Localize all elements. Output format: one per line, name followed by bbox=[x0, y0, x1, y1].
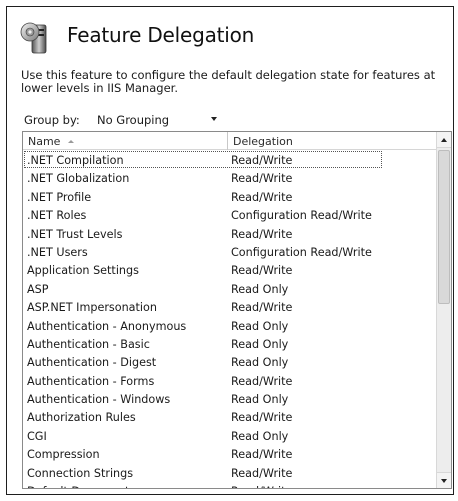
feature-delegation: Read Only bbox=[231, 319, 289, 333]
page-header: Feature Delegation bbox=[17, 17, 447, 63]
feature-delegation: Read Only bbox=[231, 356, 289, 370]
feature-name: .NET Roles bbox=[27, 209, 87, 223]
feature-delegation: Read/Write bbox=[231, 374, 293, 388]
list-item[interactable]: .NET Globalization Read/Write bbox=[23, 169, 437, 187]
feature-delegation: Read Only bbox=[231, 337, 289, 351]
list-item[interactable]: Authentication - Basic Read Only bbox=[23, 335, 437, 353]
list-item[interactable]: Authentication - Forms Read/Write bbox=[23, 372, 437, 390]
scroll-up-button[interactable] bbox=[437, 132, 451, 148]
sort-ascending-icon bbox=[68, 140, 75, 143]
list-item[interactable]: ASP.NET Impersonation Read/Write bbox=[23, 298, 437, 316]
list-item[interactable]: Application Settings Read/Write bbox=[23, 261, 437, 279]
list-item[interactable]: Authentication - Windows Read Only bbox=[23, 390, 437, 408]
group-by-dropdown[interactable]: No Grouping bbox=[89, 109, 223, 129]
feature-delegation: Read/Write bbox=[231, 190, 293, 204]
column-header-delegation-label: Delegation bbox=[233, 135, 293, 148]
list-item[interactable]: .NET Compilation Read/Write bbox=[23, 151, 437, 169]
feature-delegation: Read/Write bbox=[231, 264, 293, 278]
feature-name: .NET Compilation bbox=[27, 154, 124, 167]
feature-delegation: Read Only bbox=[231, 393, 289, 407]
feature-name: Authorization Rules bbox=[27, 411, 136, 425]
feature-delegation: Read/Write bbox=[231, 448, 293, 462]
feature-delegation-panel: Feature Delegation Use this feature to c… bbox=[6, 6, 454, 495]
column-header-name-label: Name bbox=[28, 135, 61, 148]
list-item[interactable]: Connection Strings Read/Write bbox=[23, 464, 437, 482]
feature-name: ASP.NET Impersonation bbox=[27, 301, 157, 315]
feature-name: Authentication - Windows bbox=[27, 393, 171, 407]
feature-delegation: Read/Write bbox=[231, 227, 293, 241]
list-item[interactable]: .NET Users Configuration Read/Write bbox=[23, 243, 437, 261]
feature-delegation: Read Only bbox=[231, 282, 289, 296]
feature-name: ASP bbox=[27, 282, 49, 296]
list-item[interactable]: ASP Read Only bbox=[23, 280, 437, 298]
page-description: Use this feature to configure the defaul… bbox=[21, 68, 436, 95]
feature-delegation: Read/Write bbox=[231, 301, 293, 315]
feature-name: .NET Trust Levels bbox=[27, 227, 123, 241]
feature-delegation: Read/Write bbox=[231, 466, 293, 480]
list-item[interactable]: Authentication - Anonymous Read Only bbox=[23, 317, 437, 335]
group-by-value: No Grouping bbox=[97, 113, 170, 127]
group-by-control: Group by: No Grouping bbox=[21, 109, 231, 131]
feature-name: .NET Globalization bbox=[27, 172, 130, 186]
feature-name: .NET Profile bbox=[27, 190, 92, 204]
list-item[interactable]: Authentication - Digest Read Only bbox=[23, 353, 437, 371]
group-by-label: Group by: bbox=[24, 113, 80, 127]
feature-delegation: Read/Write bbox=[231, 411, 293, 425]
feature-name: Compression bbox=[27, 448, 100, 462]
scroll-down-button[interactable] bbox=[437, 472, 451, 488]
feature-name: Authentication - Anonymous bbox=[27, 319, 187, 333]
feature-name: Connection Strings bbox=[27, 466, 134, 480]
list-item[interactable]: Compression Read/Write bbox=[23, 445, 437, 463]
feature-delegation: Read/Write bbox=[231, 172, 293, 186]
list-item[interactable]: .NET Roles Configuration Read/Write bbox=[23, 206, 437, 224]
column-header-delegation[interactable]: Delegation bbox=[228, 132, 437, 150]
feature-delegation: Read/Write bbox=[231, 485, 292, 488]
feature-delegation: Configuration Read/Write bbox=[231, 209, 372, 223]
column-header-name[interactable]: Name bbox=[23, 132, 228, 150]
list-item[interactable]: Authorization Rules Read/Write bbox=[23, 408, 437, 426]
page-title: Feature Delegation bbox=[67, 23, 255, 47]
list-item[interactable]: .NET Trust Levels Read/Write bbox=[23, 225, 437, 243]
feature-name: .NET Users bbox=[27, 245, 88, 259]
feature-name: CGI bbox=[27, 429, 47, 443]
list-item[interactable]: CGI Read Only bbox=[23, 427, 437, 445]
feature-name: Application Settings bbox=[27, 264, 139, 278]
feature-delegation: Read Only bbox=[231, 429, 289, 443]
list-item[interactable]: Default Document Read/Write bbox=[23, 482, 437, 488]
feature-delegation: Read/Write bbox=[231, 154, 293, 167]
feature-name: Default Document bbox=[27, 485, 129, 488]
arrow-down-icon bbox=[441, 479, 447, 483]
chevron-down-icon[interactable] bbox=[211, 117, 217, 121]
scrollbar-thumb[interactable] bbox=[438, 150, 450, 304]
list-item[interactable]: .NET Profile Read/Write bbox=[23, 188, 437, 206]
list-header: Name Delegation bbox=[23, 132, 437, 150]
arrow-up-icon bbox=[441, 138, 447, 142]
list-rows: .NET Compilation Read/Write .NET Globaliza… bbox=[23, 151, 437, 488]
feature-name: Authentication - Forms bbox=[27, 374, 155, 388]
feature-delegation: Configuration Read/Write bbox=[231, 245, 372, 259]
vertical-scrollbar[interactable] bbox=[436, 132, 451, 488]
feature-list: Name Delegation .NET Compilation Read/Wri… bbox=[22, 131, 452, 489]
feature-name: Authentication - Digest bbox=[27, 356, 157, 370]
feature-name: Authentication - Basic bbox=[27, 337, 150, 351]
server-features-icon bbox=[20, 21, 50, 55]
